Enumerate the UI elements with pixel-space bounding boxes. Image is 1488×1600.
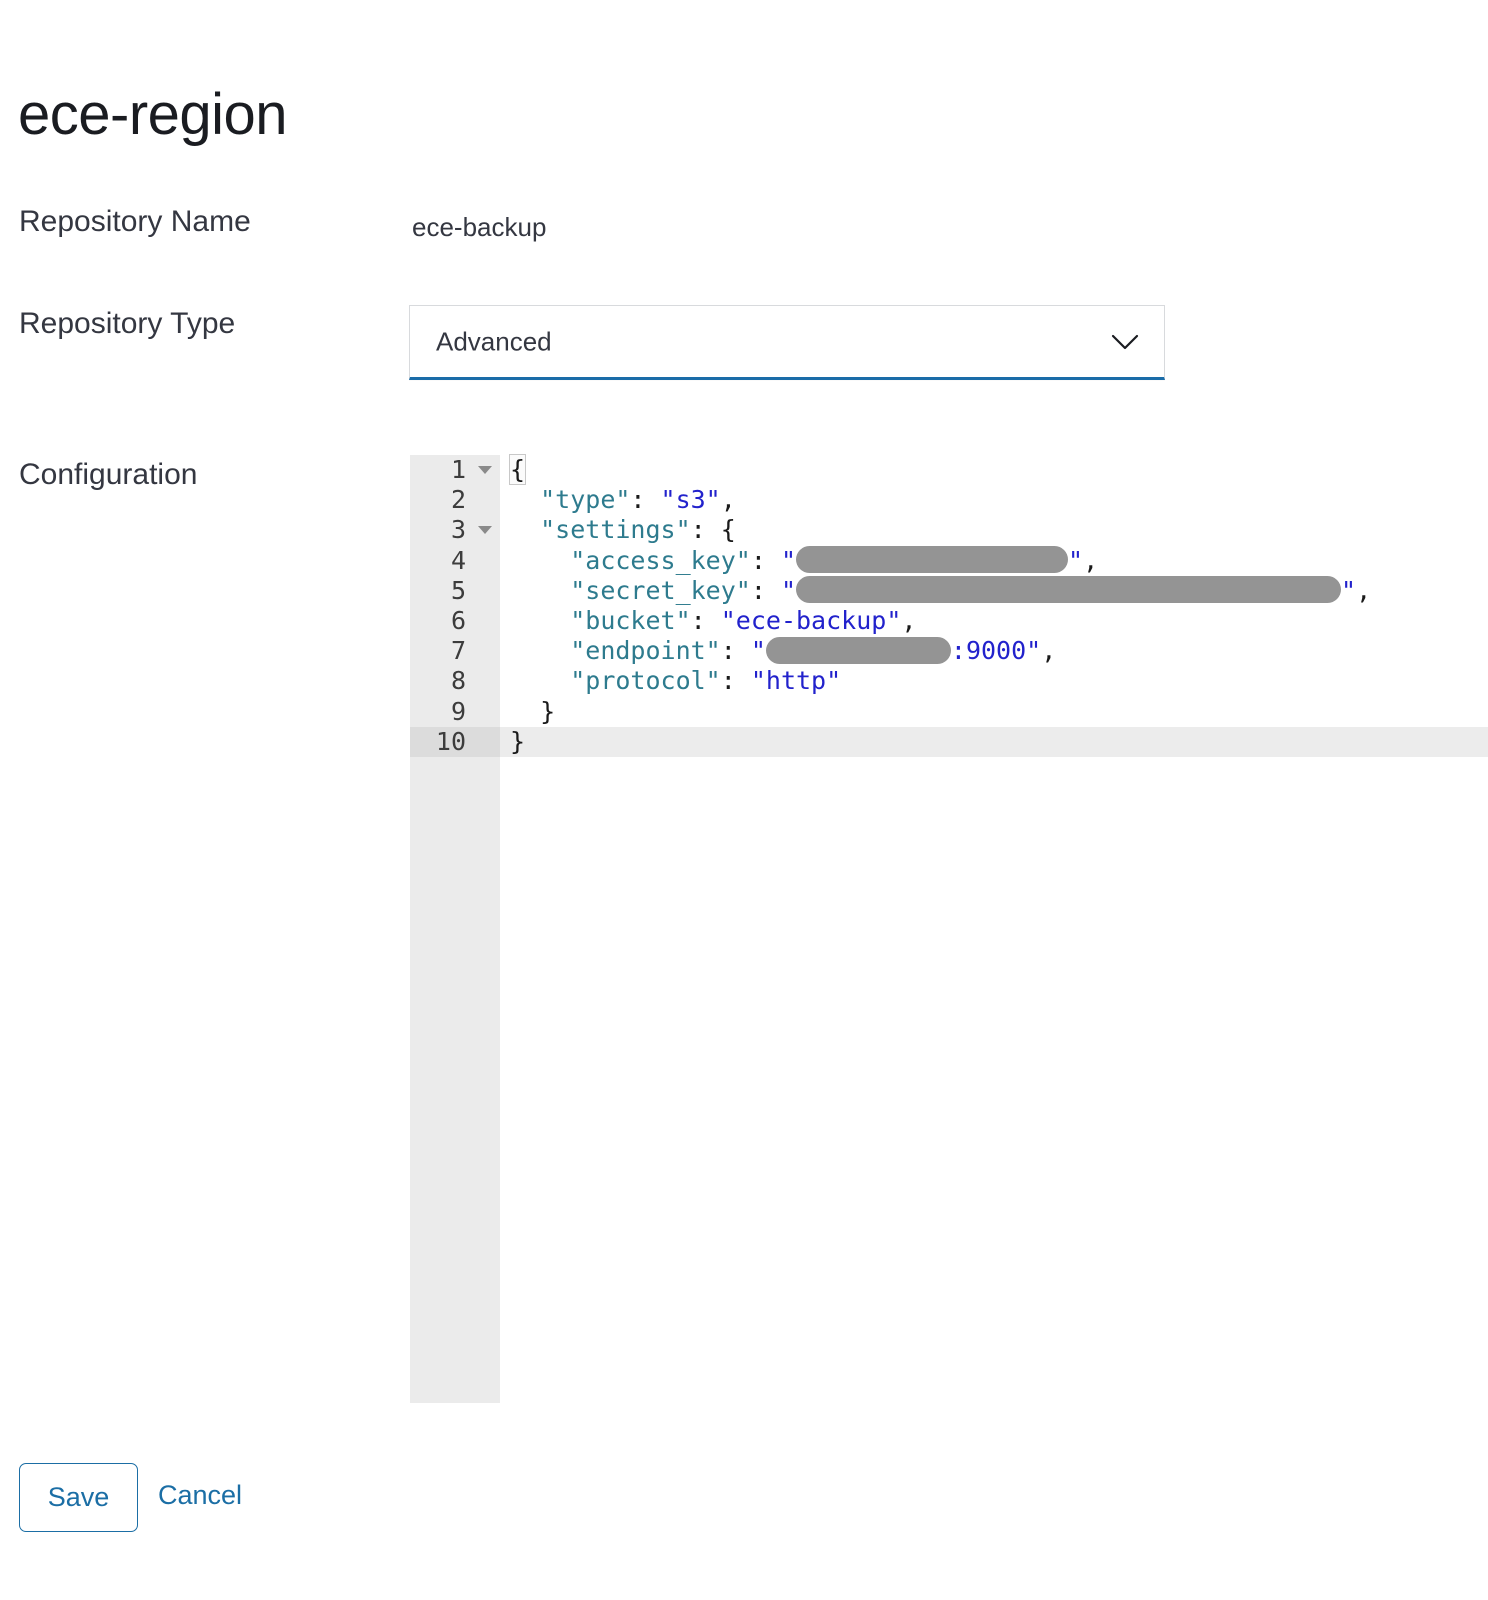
redacted-value-secret <box>796 576 1341 603</box>
code-token-str: "ece-backup" <box>721 606 902 635</box>
save-button[interactable]: Save <box>19 1463 138 1532</box>
editor-code-line: } <box>500 697 1488 727</box>
code-token-punct: , <box>1041 636 1056 665</box>
code-token-punct: : <box>691 515 721 544</box>
repository-type-selected-value: Advanced <box>436 326 552 357</box>
code-token-key: "settings" <box>540 515 691 544</box>
code-token-brace: } <box>540 697 555 726</box>
code-token-punct: , <box>901 606 916 635</box>
code-fold-toggle-icon[interactable] <box>478 526 492 534</box>
code-token-punct: , <box>1083 546 1098 575</box>
chevron-down-icon <box>1110 333 1140 351</box>
code-token-key: "endpoint" <box>570 636 721 665</box>
editor-line-number: 5 <box>410 576 500 606</box>
editor-line-number: 9 <box>410 697 500 727</box>
code-token-punct: : <box>751 546 781 575</box>
code-token-str: " <box>1068 546 1083 575</box>
code-token-punct: : <box>751 576 781 605</box>
code-token-str: " <box>781 576 796 605</box>
cancel-button[interactable]: Cancel <box>158 1480 242 1511</box>
editor-code-line: "secret_key": " ", <box>500 576 1488 606</box>
redacted-value-access <box>796 546 1068 573</box>
code-token-brace: { <box>510 455 525 484</box>
editor-code-line: } <box>500 727 1488 757</box>
editor-line-number: 7 <box>410 636 500 666</box>
code-token-punct: , <box>1356 576 1371 605</box>
code-token-brace: } <box>510 727 525 756</box>
editor-line-number: 10 <box>410 727 500 757</box>
repository-name-label: Repository Name <box>19 205 251 239</box>
editor-code-line: "access_key": " ", <box>500 546 1488 576</box>
editor-code-line: "protocol": "http" <box>500 666 1488 696</box>
editor-line-number: 1 <box>410 455 500 485</box>
code-token-punct: : <box>630 485 660 514</box>
code-token-str: "s3" <box>661 485 721 514</box>
code-token-brace: { <box>721 515 736 544</box>
editor-line-number: 8 <box>410 666 500 696</box>
editor-code-line: "bucket": "ece-backup", <box>500 606 1488 636</box>
editor-line-number: 6 <box>410 606 500 636</box>
editor-code-line: { <box>500 455 1488 485</box>
code-token-key: "protocol" <box>570 666 721 695</box>
code-token-key: "access_key" <box>570 546 751 575</box>
code-token-str: " <box>781 546 796 575</box>
editor-line-number: 4 <box>410 546 500 576</box>
redacted-value-endpoint <box>766 637 951 664</box>
repository-name-value: ece-backup <box>412 212 546 243</box>
code-token-punct: , <box>721 485 736 514</box>
code-token-punct: : <box>721 666 751 695</box>
code-fold-toggle-icon[interactable] <box>478 466 492 474</box>
editor-gutter[interactable]: 12345678910 <box>410 455 500 1403</box>
code-token-key: "bucket" <box>570 606 690 635</box>
code-token-str: " <box>751 636 766 665</box>
configuration-code-editor[interactable]: 12345678910 { "type": "s3", "settings": … <box>410 455 1488 1403</box>
repository-type-label: Repository Type <box>19 307 235 341</box>
code-token-punct: : <box>691 606 721 635</box>
editor-line-number: 3 <box>410 515 500 545</box>
code-token-punct: : <box>721 636 751 665</box>
configuration-label: Configuration <box>19 458 197 492</box>
editor-code-line: "settings": { <box>500 515 1488 545</box>
page-title: ece-region <box>18 83 287 147</box>
code-token-str: :9000" <box>951 636 1041 665</box>
code-token-str: " <box>1341 576 1356 605</box>
editor-code-line: "endpoint": " :9000", <box>500 636 1488 666</box>
editor-code-line: "type": "s3", <box>500 485 1488 515</box>
code-token-key: "secret_key" <box>570 576 751 605</box>
editor-line-number: 2 <box>410 485 500 515</box>
repository-type-select[interactable]: Advanced <box>409 305 1165 380</box>
code-token-key: "type" <box>540 485 630 514</box>
editor-code-area[interactable]: { "type": "s3", "settings": { "access_ke… <box>500 455 1488 1403</box>
code-token-str: "http" <box>751 666 841 695</box>
